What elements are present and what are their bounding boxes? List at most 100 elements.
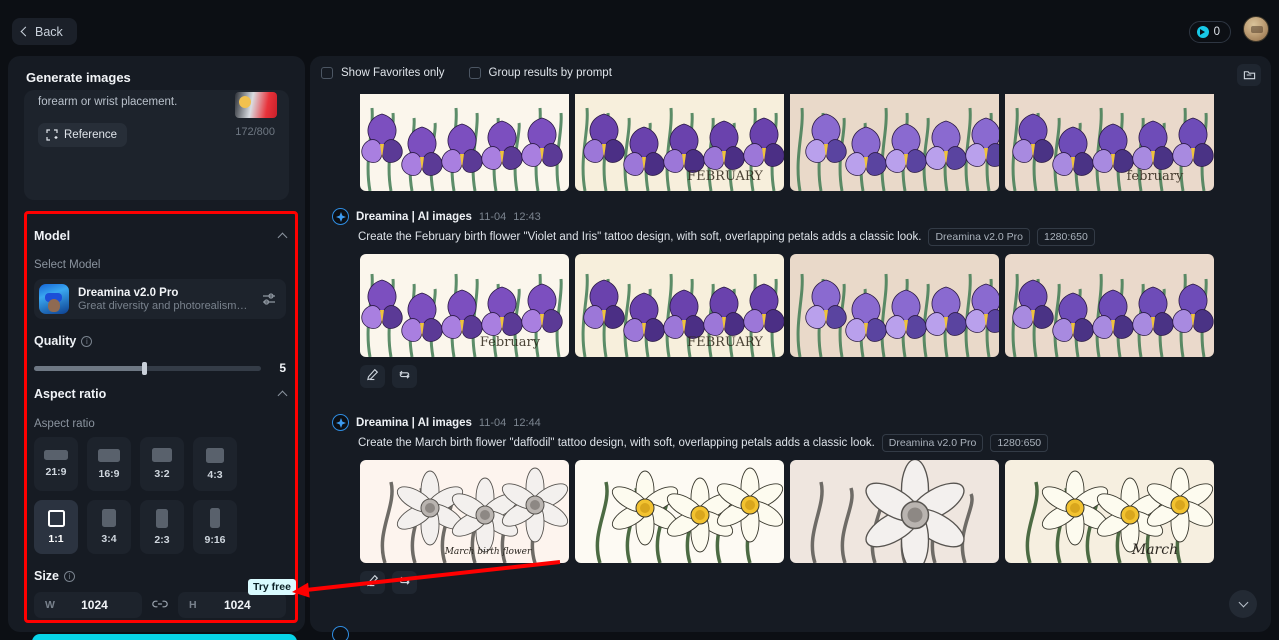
size-inputs: W 1024 H 1024 — [34, 592, 286, 618]
chevron-up-icon[interactable] — [277, 390, 288, 401]
prompt-reference-thumbnail[interactable] — [235, 92, 277, 118]
info-icon[interactable]: i — [64, 570, 76, 582]
width-key: W — [45, 599, 55, 611]
checkbox-box[interactable] — [468, 67, 481, 79]
result-thumbnail[interactable] — [790, 88, 999, 191]
aspect-ratio-label: 2:3 — [154, 533, 170, 546]
entry-time: 12:44 — [513, 416, 541, 429]
result-thumbnail[interactable]: February — [360, 254, 569, 357]
entry-size-tag: 1280:650 — [1037, 228, 1095, 246]
aspect-ratio-section-header[interactable]: Aspect ratio — [34, 387, 288, 401]
chevron-up-icon[interactable] — [277, 232, 288, 243]
quality-slider[interactable] — [34, 361, 261, 375]
entry-header: Dreamina | AI images 11-04 12:43 — [332, 208, 541, 225]
aspect-ratio-2-3[interactable]: 2:3 — [140, 500, 184, 554]
width-field[interactable]: W 1024 — [34, 592, 142, 618]
char-counter: 172/800 — [235, 126, 275, 138]
svg-text:FEBRUARY: FEBRUARY — [687, 169, 763, 184]
avatar[interactable] — [1243, 16, 1269, 42]
entry-model-tag: Dreamina v2.0 Pro — [928, 228, 1030, 246]
result-thumbnail[interactable] — [1005, 254, 1214, 357]
edit-icon — [366, 368, 379, 386]
aspect-ratio-shape — [156, 508, 168, 528]
aspect-ratio-9-16[interactable]: 9:16 — [193, 500, 237, 554]
reference-button[interactable]: Reference — [38, 123, 128, 147]
model-section-header[interactable]: Model — [34, 229, 288, 243]
height-field[interactable]: H 1024 — [178, 592, 286, 618]
result-thumbnail[interactable] — [360, 88, 569, 191]
entry-actions — [360, 365, 417, 388]
edit-button[interactable] — [360, 571, 385, 594]
model-settings-icon[interactable] — [261, 292, 277, 306]
aspect-ratio-shape — [47, 509, 65, 527]
model-card[interactable]: Dreamina v2.0 Pro Great diversity and ph… — [34, 279, 286, 319]
select-model-label: Select Model — [34, 259, 101, 271]
result-thumbnail[interactable]: March — [1005, 460, 1214, 563]
entry-header: Dreamina | AI images 11-04 12:44 — [332, 414, 541, 431]
prompt-text[interactable]: forearm or wrist placement. — [38, 95, 253, 110]
prompt-card[interactable]: forearm or wrist placement. Reference 17… — [24, 90, 289, 200]
svg-text:February: February — [480, 335, 541, 350]
link-icon[interactable] — [142, 598, 178, 612]
aspect-ratio-label: 16:9 — [98, 467, 120, 480]
height-key: H — [189, 599, 197, 611]
show-favorites-checkbox[interactable]: Show Favorites only — [321, 67, 445, 79]
checkbox-box[interactable] — [321, 67, 333, 79]
result-thumbnail[interactable] — [790, 460, 999, 563]
app-root: Back 0 Generate images forearm or wrist … — [0, 0, 1279, 640]
aspect-ratio-label: 9:16 — [204, 534, 226, 546]
back-button[interactable]: Back — [12, 18, 77, 45]
aspect-ratio-label: 3:4 — [101, 533, 117, 545]
back-button-label: Back — [35, 24, 63, 39]
quality-slider-knob[interactable] — [142, 361, 147, 375]
folder-icon — [1243, 71, 1255, 80]
height-value[interactable]: 1024 — [197, 598, 278, 612]
entry-prompt-text: Create the February birth flower "Violet… — [358, 231, 922, 243]
aspect-ratio-3-2[interactable]: 3:2 — [140, 437, 184, 491]
aspect-ratio-shape — [102, 509, 116, 527]
reference-label: Reference — [64, 129, 118, 141]
aspect-ratio-label: 1:1 — [48, 532, 64, 545]
aspect-ratio-1-1[interactable]: 1:1 — [34, 500, 78, 554]
try-free-badge: Try free — [248, 579, 296, 595]
quality-slider-wrap[interactable]: 5 — [34, 361, 286, 375]
quality-slider-fill — [34, 365, 144, 371]
generate-button[interactable]: Generate 0 — [32, 634, 297, 640]
regenerate-button[interactable] — [392, 571, 417, 594]
aspect-ratio-sub-label-wrap: Aspect ratio — [34, 414, 95, 432]
results-scroll-area[interactable]: FEBRUARY february Dreamina | AI images 1… — [310, 56, 1271, 632]
width-value[interactable]: 1024 — [55, 598, 134, 612]
aspect-ratio-4-3[interactable]: 4:3 — [193, 437, 237, 491]
info-icon[interactable]: i — [81, 335, 93, 347]
result-thumbnail[interactable]: FEBRUARY — [575, 254, 784, 357]
svg-text:March birth flower: March birth flower — [444, 547, 532, 557]
group-results-checkbox[interactable]: Group results by prompt — [468, 67, 612, 79]
svg-text:february: february — [1127, 169, 1184, 184]
entry-date: 11-04 — [478, 210, 507, 223]
svg-text:March: March — [1131, 542, 1178, 558]
aspect-ratio-label: 21:9 — [45, 466, 67, 478]
entry-prompt-row: Create the March birth flower "daffodil"… — [358, 434, 1049, 452]
results-toolbar: Show Favorites only Group results by pro… — [310, 56, 1271, 94]
folder-button[interactable] — [1237, 64, 1261, 86]
regenerate-button[interactable] — [392, 365, 417, 388]
result-thumbnail[interactable] — [790, 254, 999, 357]
result-thumbnail[interactable] — [575, 460, 784, 563]
regenerate-icon — [398, 368, 411, 386]
result-thumbnail[interactable]: february — [1005, 88, 1214, 191]
credit-coin-icon — [1196, 26, 1209, 38]
result-thumbnail[interactable]: FEBRUARY — [575, 88, 784, 191]
aspect-ratio-3-4[interactable]: 3:4 — [87, 500, 131, 554]
select-model-label-wrap: Select Model — [34, 255, 100, 273]
edit-button[interactable] — [360, 365, 385, 388]
aspect-ratio-21-9[interactable]: 21:9 — [34, 437, 78, 491]
credits-badge[interactable]: 0 — [1188, 21, 1231, 43]
entry-prompt-text: Create the March birth flower "daffodil"… — [358, 437, 875, 449]
scroll-down-button[interactable] — [1229, 590, 1257, 618]
entry-date: 11-04 — [478, 416, 507, 429]
entry-prompt-row: Create the February birth flower "Violet… — [358, 228, 1095, 246]
entry-image-row: February FEBRUARY — [360, 254, 1214, 357]
aspect-ratio-16-9[interactable]: 16:9 — [87, 437, 131, 491]
result-thumbnail[interactable]: March birth flower — [360, 460, 569, 563]
results-panel: FEBRUARY february Dreamina | AI images 1… — [310, 56, 1271, 632]
